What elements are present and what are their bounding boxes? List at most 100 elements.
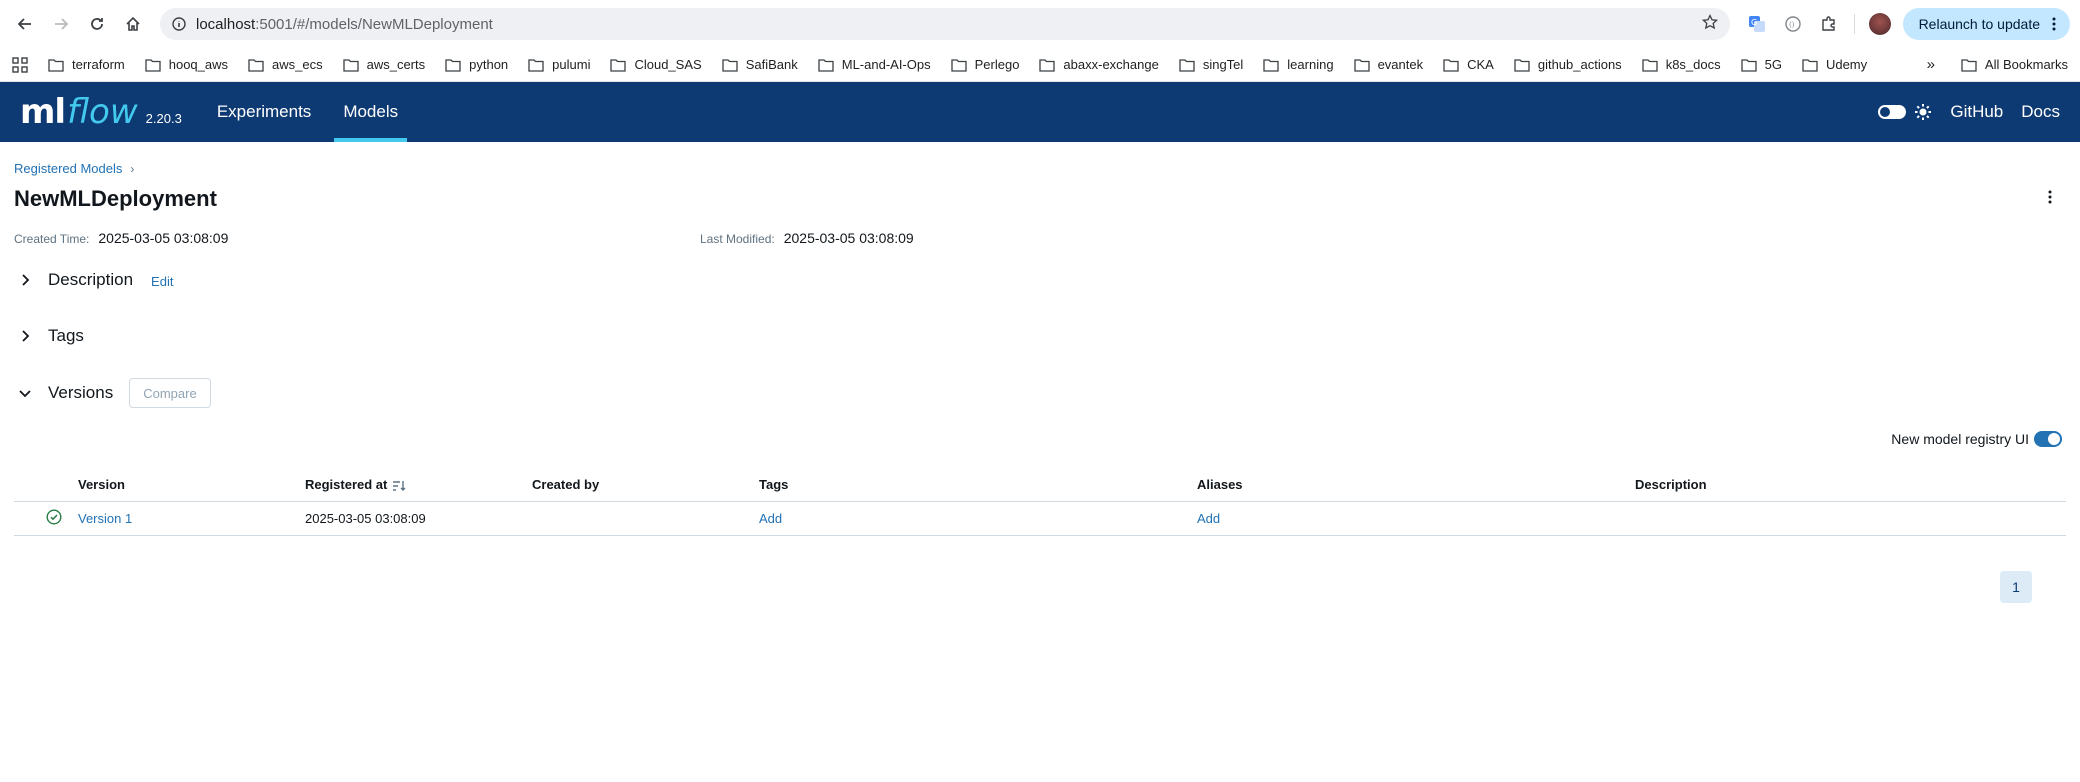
bookmark-folder[interactable]: learning bbox=[1263, 57, 1334, 72]
description-edit-link[interactable]: Edit bbox=[151, 274, 173, 289]
url-host: localhost bbox=[196, 15, 256, 33]
page-title: NewMLDeployment bbox=[14, 186, 217, 211]
bookmark-folder[interactable]: Perlego bbox=[950, 57, 1020, 72]
bookmark-folder[interactable]: github_actions bbox=[1514, 57, 1622, 72]
apps-grid-icon[interactable] bbox=[12, 56, 28, 73]
folder-icon bbox=[1179, 58, 1195, 72]
column-header-version: Version bbox=[78, 469, 305, 502]
pagination-page-1[interactable]: 1 bbox=[2000, 571, 2032, 603]
bookmark-folder[interactable]: abaxx-exchange bbox=[1039, 57, 1159, 72]
docs-link[interactable]: Docs bbox=[2021, 102, 2060, 122]
bookmark-folder[interactable]: k8s_docs bbox=[1642, 57, 1721, 72]
bookmark-label: terraform bbox=[72, 57, 125, 72]
bookmark-folder[interactable]: SafiBank bbox=[722, 57, 798, 72]
description-title[interactable]: Description bbox=[48, 270, 133, 290]
sort-icon[interactable] bbox=[392, 480, 406, 492]
relaunch-label: Relaunch to update bbox=[1918, 16, 2040, 32]
back-arrow-icon[interactable] bbox=[10, 9, 40, 39]
compare-button[interactable]: Compare bbox=[129, 378, 211, 408]
bookmark-list: terraform hooq_aws aws_ecs aws_certs python p… bbox=[48, 57, 1887, 72]
chevron-right-icon[interactable] bbox=[18, 274, 32, 286]
bookmark-folder[interactable]: aws_ecs bbox=[248, 57, 323, 72]
overflow-menu-icon[interactable] bbox=[2042, 189, 2058, 210]
created-time-label: Created Time: bbox=[14, 232, 90, 246]
folder-icon bbox=[722, 58, 738, 72]
translate-extension-icon[interactable]: G bbox=[1742, 9, 1772, 39]
relaunch-to-update-button[interactable]: Relaunch to update bbox=[1902, 8, 2070, 40]
all-bookmarks-label: All Bookmarks bbox=[1984, 57, 2068, 72]
bookmark-folder[interactable]: ML-and-AI-Ops bbox=[818, 57, 931, 72]
chevron-down-icon[interactable] bbox=[18, 388, 32, 398]
profile-avatar[interactable] bbox=[1865, 9, 1895, 39]
bookmark-folder[interactable]: evantek bbox=[1353, 57, 1424, 72]
bookmark-label: k8s_docs bbox=[1665, 57, 1721, 72]
bookmark-label: python bbox=[469, 57, 509, 72]
nav-experiments[interactable]: Experiments bbox=[208, 82, 320, 142]
all-bookmarks-folder[interactable]: All Bookmarks bbox=[1961, 57, 2068, 72]
folder-icon bbox=[342, 58, 359, 72]
bookmark-folder[interactable]: aws_certs bbox=[342, 57, 425, 72]
folder-icon bbox=[1353, 58, 1370, 72]
address-bar[interactable]: localhost:5001/#/models/NewMLDeployment bbox=[160, 8, 1730, 40]
forward-arrow-icon[interactable] bbox=[46, 9, 76, 39]
folder-icon bbox=[248, 58, 264, 72]
bookmark-label: Perlego bbox=[974, 57, 1020, 72]
folder-icon bbox=[1443, 58, 1459, 72]
folder-icon bbox=[950, 58, 967, 72]
bookmark-star-icon[interactable] bbox=[1701, 13, 1718, 35]
more-bookmarks-chevron-icon[interactable]: » bbox=[1927, 56, 1935, 73]
folder-icon bbox=[1642, 58, 1658, 72]
home-icon[interactable] bbox=[118, 9, 148, 39]
folder-icon bbox=[1514, 58, 1530, 72]
bookmark-folder[interactable]: CKA bbox=[1443, 57, 1494, 72]
folder-icon bbox=[610, 58, 627, 72]
bookmark-label: github_actions bbox=[1537, 57, 1622, 72]
bookmark-folder[interactable]: terraform bbox=[48, 57, 125, 72]
table-header-row: Version Registered at Created by Tags Al… bbox=[14, 469, 2066, 502]
bookmark-folder[interactable]: pulumi bbox=[528, 57, 590, 72]
column-header-registered-at[interactable]: Registered at bbox=[305, 469, 532, 502]
bookmark-label: hooq_aws bbox=[168, 57, 229, 72]
add-tag-link[interactable]: Add bbox=[759, 501, 1197, 536]
bookmark-label: evantek bbox=[1377, 57, 1424, 72]
bookmark-folder[interactable]: python bbox=[445, 57, 508, 72]
site-info-icon[interactable] bbox=[172, 17, 186, 31]
folder-icon bbox=[528, 58, 544, 72]
version-link[interactable]: Version 1 bbox=[78, 501, 305, 536]
tags-title[interactable]: Tags bbox=[48, 326, 84, 346]
bookmark-folder[interactable]: Cloud_SAS bbox=[610, 57, 702, 72]
bookmark-label: Udemy bbox=[1825, 57, 1868, 72]
check-circle-icon bbox=[46, 508, 62, 525]
sun-icon bbox=[1914, 103, 1932, 121]
bookmark-folder[interactable]: hooq_aws bbox=[145, 57, 228, 72]
bookmark-folder[interactable]: singTel bbox=[1179, 57, 1243, 72]
bookmark-label: 5G bbox=[1764, 57, 1782, 72]
folder-icon bbox=[818, 58, 834, 72]
bookmark-folder[interactable]: 5G bbox=[1740, 57, 1782, 72]
title-row: NewMLDeployment bbox=[14, 186, 2066, 212]
chevron-right-icon[interactable] bbox=[18, 330, 32, 342]
extension-circle-icon[interactable]: () bbox=[1778, 9, 1808, 39]
logo-flow-text: flow bbox=[67, 92, 138, 132]
folder-icon bbox=[1740, 58, 1757, 72]
bookmark-label: Cloud_SAS bbox=[634, 57, 702, 72]
registry-ui-switch[interactable] bbox=[2034, 431, 2062, 447]
tags-section: Tags bbox=[14, 322, 2066, 350]
github-link[interactable]: GitHub bbox=[1950, 102, 2003, 122]
folder-icon bbox=[48, 58, 64, 72]
logo-ml-text: ml bbox=[20, 92, 66, 132]
mlflow-logo[interactable]: ml flow 2.20.3 bbox=[20, 92, 182, 132]
bookmark-label: abaxx-exchange bbox=[1063, 57, 1159, 72]
bookmark-label: learning bbox=[1287, 57, 1334, 72]
breadcrumb-registered-models[interactable]: Registered Models bbox=[14, 161, 122, 176]
status-cell bbox=[14, 501, 78, 536]
reload-icon[interactable] bbox=[82, 9, 112, 39]
versions-title[interactable]: Versions bbox=[48, 383, 113, 403]
nav-models[interactable]: Models bbox=[334, 82, 407, 142]
extensions-puzzle-icon[interactable] bbox=[1814, 9, 1844, 39]
registry-ui-toggle-row: New model registry UI bbox=[14, 431, 2066, 447]
bookmark-folder[interactable]: Udemy bbox=[1802, 57, 1867, 72]
created-time-value: 2025-03-05 03:08:09 bbox=[98, 230, 229, 246]
dark-mode-toggle[interactable] bbox=[1878, 105, 1907, 119]
add-alias-link[interactable]: Add bbox=[1197, 501, 1635, 536]
